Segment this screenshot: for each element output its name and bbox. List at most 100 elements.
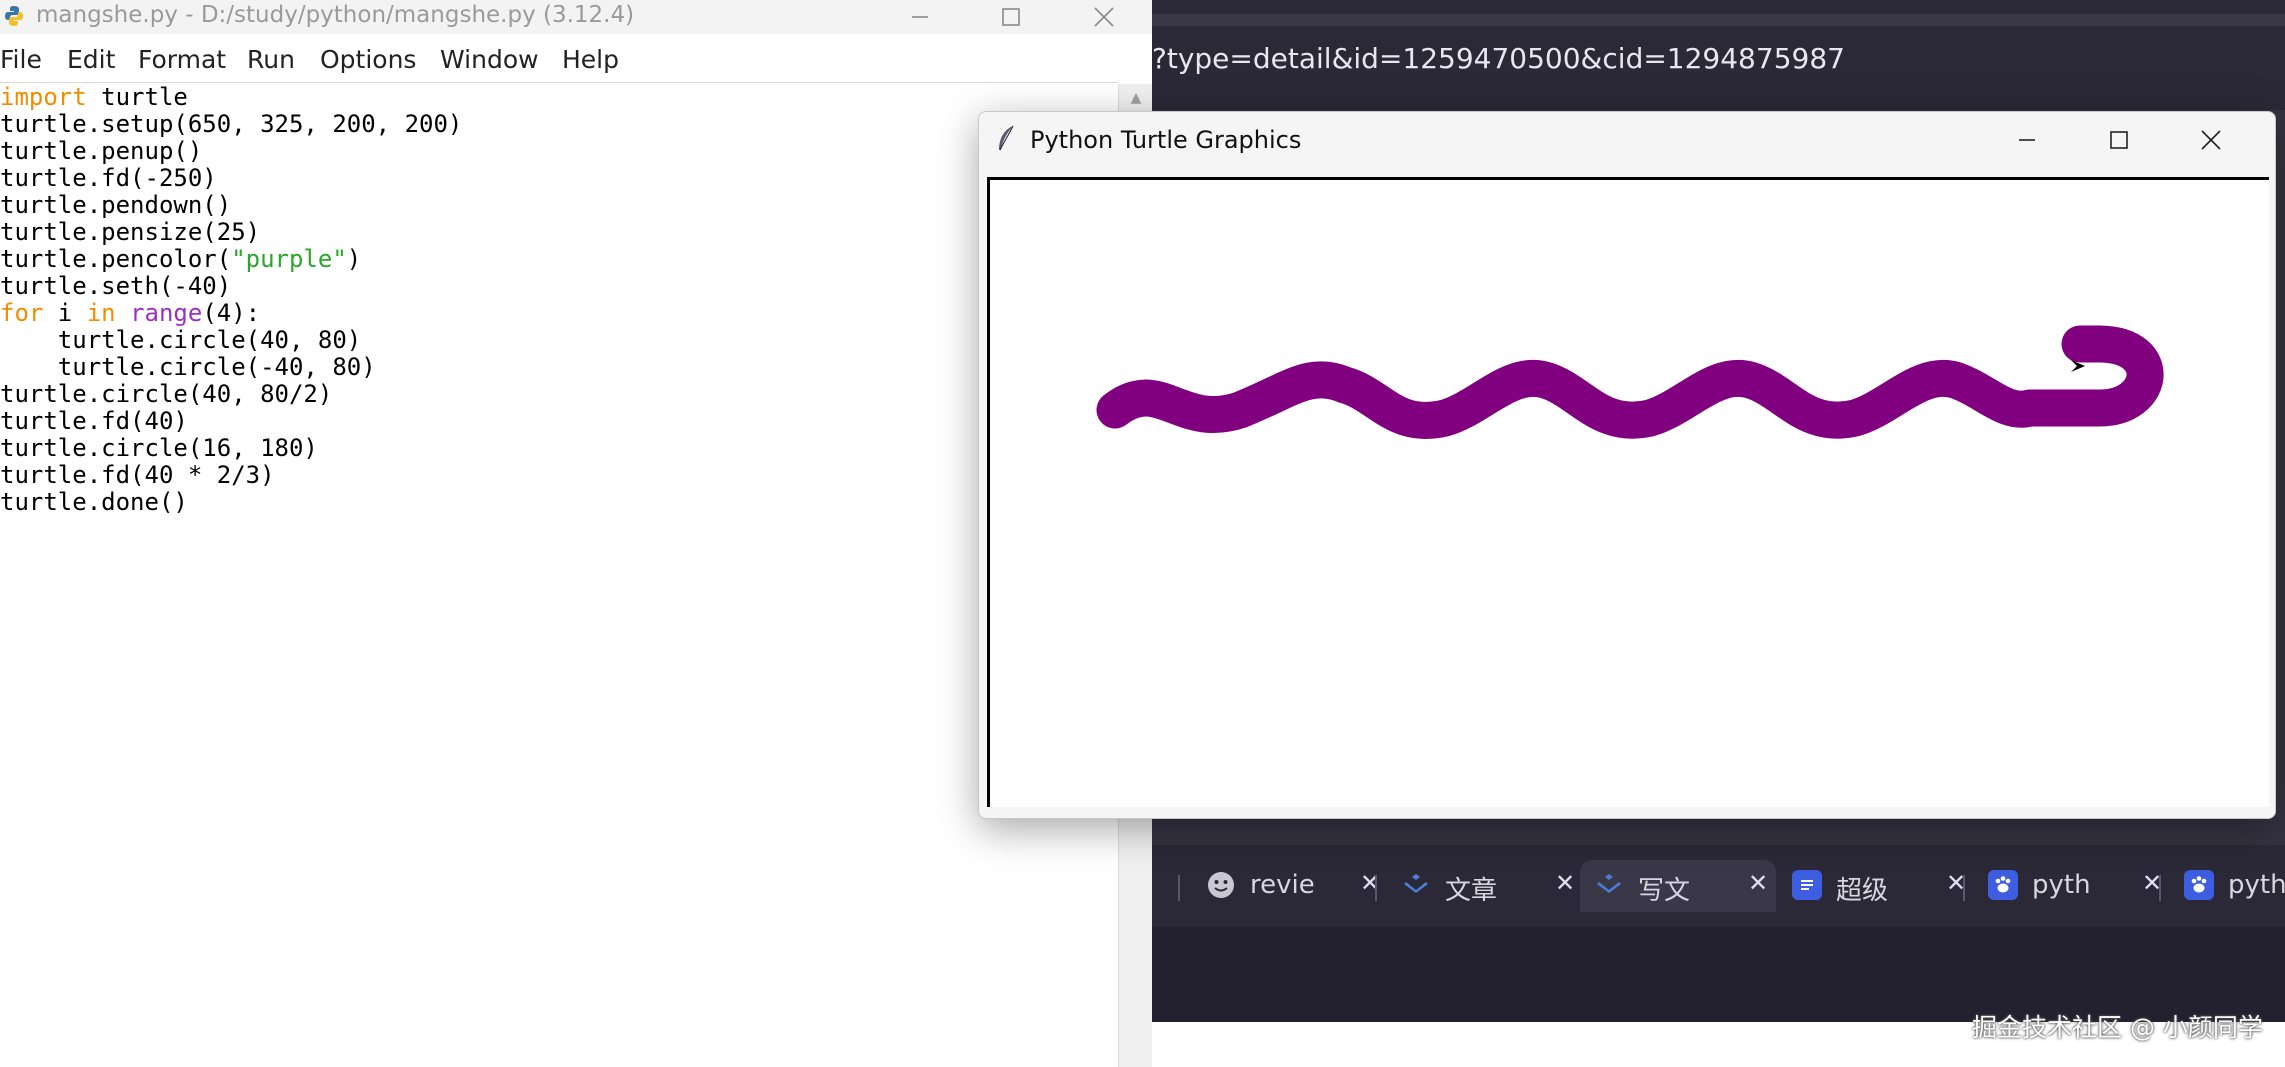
turtle-maximize-button[interactable] <box>2089 120 2149 160</box>
code-line: turtle.fd(-250) <box>0 165 462 192</box>
code-line: turtle.pencolor("purple") <box>0 246 462 273</box>
tab-label: pyth <box>2228 870 2285 900</box>
menu-format[interactable]: Format <box>138 45 226 74</box>
tab-label: revie <box>1250 870 1315 900</box>
tab-separator <box>1178 875 1180 901</box>
close-icon <box>1094 7 1114 27</box>
smiley-icon <box>1206 870 1236 900</box>
tab-write-article-active[interactable]: 写文 ✕ <box>1580 860 1776 912</box>
python-icon <box>5 6 23 26</box>
code-token: for <box>0 299 44 327</box>
tab-separator <box>1375 875 1377 901</box>
menu-bar: File Edit Format Run Options Window Help <box>0 42 1118 83</box>
code-line: turtle.circle(16, 180) <box>0 435 462 462</box>
address-bar-url[interactable]: ?type=detail&id=1259470500&cid=129487598… <box>1152 42 1845 75</box>
code-token: turtle <box>86 83 188 111</box>
code-token: (4): <box>202 299 261 327</box>
minimize-button[interactable] <box>890 0 950 34</box>
menu-run[interactable]: Run <box>247 45 295 74</box>
code-token: i <box>43 299 87 327</box>
scroll-up-arrow-icon[interactable]: ▲ <box>1119 90 1153 106</box>
maximize-button[interactable] <box>981 0 1041 34</box>
maximize-icon <box>2110 131 2128 149</box>
code-token: turtle.pendown() <box>0 191 232 219</box>
code-line: turtle.pensize(25) <box>0 219 462 246</box>
tab-separator <box>1963 875 1965 901</box>
turtle-close-button[interactable] <box>2181 120 2241 160</box>
menu-help[interactable]: Help <box>562 45 619 74</box>
tab-label: 超级 <box>1836 876 1889 906</box>
maximize-icon <box>1002 8 1020 26</box>
tab-super[interactable]: 超级 ✕ <box>1778 860 1968 912</box>
code-line: turtle.penup() <box>0 138 462 165</box>
code-line: turtle.seth(-40) <box>0 273 462 300</box>
code-line: import turtle <box>0 84 462 111</box>
tab-close-icon[interactable]: ✕ <box>1360 869 1380 897</box>
tab-python-1[interactable]: pyth ✕ <box>1974 860 2164 912</box>
minimize-icon <box>912 16 928 18</box>
code-token: ) <box>346 245 362 273</box>
turtle-window-title: Python Turtle Graphics <box>1030 126 1302 154</box>
code-editor[interactable]: import turtle turtle.setup(650, 325, 200,… <box>0 84 462 516</box>
watermark-text: 掘金技术社区 @ 小颜同学 <box>1972 1013 2263 1042</box>
tab-python-2[interactable]: pyth <box>2170 860 2285 912</box>
code-token: import <box>0 83 87 111</box>
turtle-graphics-window: Python Turtle Graphics <box>978 111 2276 819</box>
idle-titlebar: mangshe.py - D:/study/python/mangshe.py … <box>0 0 1152 34</box>
code-line: turtle.circle(-40, 80) <box>0 354 462 381</box>
code-token: turtle.setup(650, 325, 200, 200) <box>0 110 463 138</box>
code-token: range <box>130 299 203 327</box>
close-icon <box>2201 130 2221 150</box>
turtle-canvas[interactable] <box>987 177 2269 807</box>
tab-label: 写文 <box>1638 876 1691 906</box>
code-token: turtle.circle(40, 80) <box>0 326 362 354</box>
code-token: turtle.fd(40) <box>0 407 188 435</box>
code-line: turtle.fd(40) <box>0 408 462 435</box>
code-token: turtle.seth(-40) <box>0 272 232 300</box>
juejin-icon <box>1401 870 1431 900</box>
browser-address-area: ?type=detail&id=1259470500&cid=129487598… <box>1152 0 2285 110</box>
menu-edit[interactable]: Edit <box>67 45 115 74</box>
code-token: turtle.circle(-40, 80) <box>0 353 376 381</box>
code-token: turtle.done() <box>0 488 188 516</box>
code-token: in <box>86 299 116 327</box>
tab-close-icon[interactable]: ✕ <box>1748 869 1768 897</box>
menu-options[interactable]: Options <box>320 45 416 74</box>
code-token: "purple" <box>231 245 347 273</box>
code-token: turtle.circle(40, 80/2) <box>0 380 333 408</box>
menu-window[interactable]: Window <box>440 45 539 74</box>
juejin-icon <box>1594 870 1624 900</box>
baidu-paw-icon <box>1988 870 2018 900</box>
tab-separator <box>2159 875 2161 901</box>
turtle-drawing <box>1096 325 2164 439</box>
window-title: mangshe.py - D:/study/python/mangshe.py … <box>36 2 635 28</box>
baidu-paw-icon <box>2184 870 2214 900</box>
tab-article[interactable]: 文章 ✕ <box>1387 860 1577 912</box>
code-token: turtle.pensize(25) <box>0 218 261 246</box>
close-button[interactable] <box>1074 0 1134 34</box>
code-token: turtle.fd(40 * 2/3) <box>0 461 275 489</box>
tab-close-icon[interactable]: ✕ <box>1555 869 1575 897</box>
code-token: turtle.pencolor( <box>0 245 232 273</box>
turtle-titlebar: Python Turtle Graphics <box>979 112 2275 168</box>
menu-file[interactable]: File <box>0 45 42 74</box>
snake-drawing <box>1096 325 2164 439</box>
turtle-minimize-button[interactable] <box>1997 120 2057 160</box>
code-line: turtle.fd(40 * 2/3) <box>0 462 462 489</box>
code-line: turtle.circle(40, 80) <box>0 327 462 354</box>
code-line: for i in range(4): <box>0 300 462 327</box>
doc-icon <box>1792 870 1822 900</box>
browser-tab-strip: revie ✕ 文章 ✕ 写文 ✕ 超级 ✕ pyth ✕ pyth <box>1152 845 2285 927</box>
code-line: turtle.circle(40, 80/2) <box>0 381 462 408</box>
code-line: turtle.done() <box>0 489 462 516</box>
code-token: turtle.fd(-250) <box>0 164 217 192</box>
tab-label: pyth <box>2032 870 2091 900</box>
browser-toolbar-strip <box>1152 14 2285 26</box>
tab-label: 文章 <box>1445 876 1498 906</box>
tab-review[interactable]: revie ✕ <box>1192 860 1382 912</box>
code-line: turtle.pendown() <box>0 192 462 219</box>
minimize-icon <box>2019 139 2035 141</box>
code-token: turtle.circle(16, 180) <box>0 434 318 462</box>
code-line: turtle.setup(650, 325, 200, 200) <box>0 111 462 138</box>
